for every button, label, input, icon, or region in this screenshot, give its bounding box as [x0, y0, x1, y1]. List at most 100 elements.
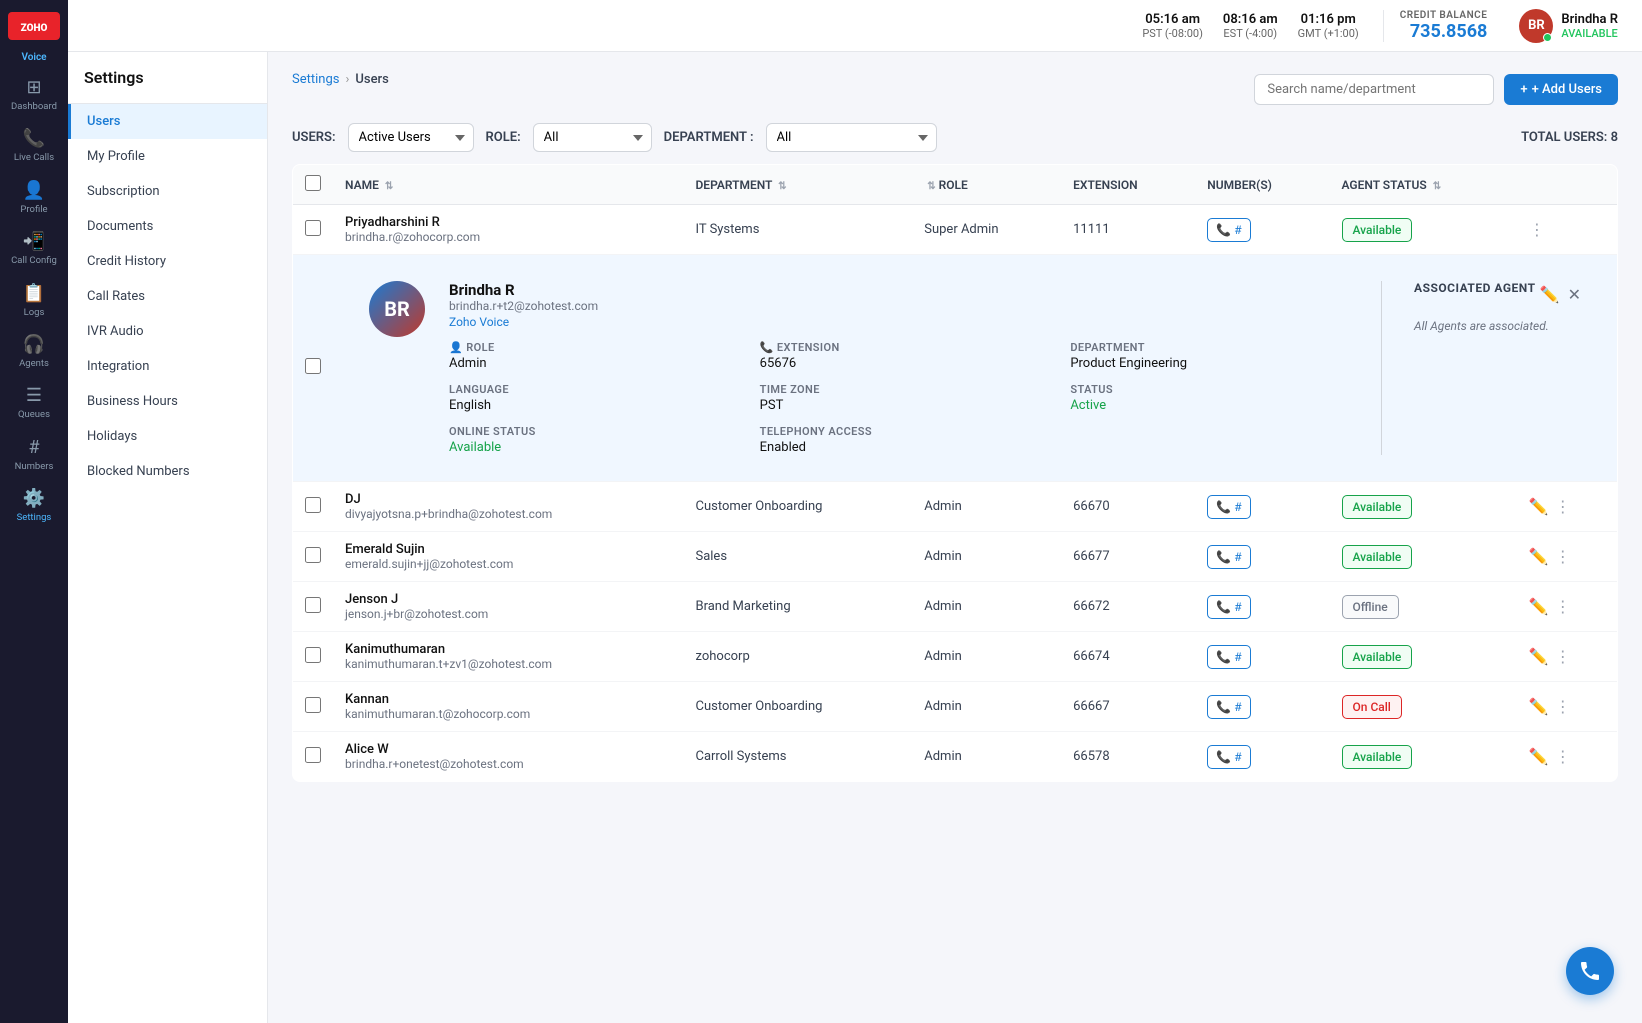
- sidebar-item-live-calls[interactable]: 📞 Live Calls: [0, 120, 68, 171]
- numbers-button[interactable]: 📞 #: [1207, 545, 1250, 569]
- nav-item-users[interactable]: Users: [68, 104, 267, 139]
- numbers-button[interactable]: 📞 #: [1207, 218, 1250, 242]
- associated-agent-section: ASSOCIATED AGENT ✏️ ✕ All Agents are ass…: [1381, 281, 1581, 455]
- td-numbers: 📞 #: [1195, 205, 1329, 255]
- edit-icon[interactable]: ✏️: [1529, 547, 1549, 566]
- field-role-value: Admin: [449, 356, 736, 371]
- edit-icon[interactable]: ✏️: [1529, 647, 1549, 666]
- td-role: Admin: [912, 532, 1061, 582]
- th-role[interactable]: ⇅ ROLE: [912, 165, 1061, 205]
- edit-icon[interactable]: ✏️: [1529, 497, 1549, 516]
- nav-item-credit-history[interactable]: Credit History: [68, 244, 267, 279]
- field-timezone: TIME ZONE PST: [760, 383, 1047, 413]
- zoho-voice-link[interactable]: Zoho Voice: [449, 315, 1357, 329]
- more-options-icon[interactable]: ⋮: [1529, 220, 1545, 239]
- filters-row: USERS: Active Users Inactive Users All U…: [292, 123, 1618, 152]
- field-tz-label: TIME ZONE: [760, 383, 1047, 396]
- sidebar-item-logs[interactable]: 📋 Logs: [0, 275, 68, 326]
- nav-item-my-profile[interactable]: My Profile: [68, 139, 267, 174]
- sidebar-item-my-profile[interactable]: 👤 Profile: [0, 172, 68, 223]
- time-est-tz: EST (-4:00): [1223, 27, 1278, 40]
- dept-filter-select[interactable]: All IT Systems Customer Onboarding Sales…: [766, 123, 937, 152]
- row-checkbox[interactable]: [305, 358, 321, 374]
- user-info: Brindha R AVAILABLE: [1561, 12, 1618, 40]
- sidebar-item-agents[interactable]: 🎧 Agents: [0, 326, 68, 377]
- more-options-icon[interactable]: ⋮: [1555, 597, 1571, 616]
- user-name: Kanimuthumaran: [345, 642, 671, 657]
- th-actions: [1517, 165, 1618, 205]
- row-checkbox[interactable]: [305, 497, 321, 513]
- app-logo: ZOHO: [8, 8, 60, 44]
- row-checkbox[interactable]: [305, 647, 321, 663]
- add-users-button[interactable]: + + Add Users: [1504, 74, 1618, 105]
- numbers-button[interactable]: 📞 #: [1207, 595, 1250, 619]
- more-options-icon[interactable]: ⋮: [1555, 697, 1571, 716]
- numbers-button[interactable]: 📞 #: [1207, 695, 1250, 719]
- field-tele-label: TELEPHONY ACCESS: [760, 425, 1047, 438]
- table-row-expanded: BR Brindha R brindha.r+t2@zohotest.com Z…: [293, 255, 1618, 482]
- numbers-button[interactable]: 📞 #: [1207, 745, 1250, 769]
- expanded-user-detail: BR Brindha R brindha.r+t2@zohotest.com Z…: [345, 265, 1605, 471]
- queues-icon: ☰: [26, 385, 42, 406]
- sidebar-item-dashboard[interactable]: ⊞ Dashboard: [0, 69, 68, 120]
- table-row: DJ divyajyotsna.p+brindha@zohotest.com C…: [293, 482, 1618, 532]
- row-checkbox[interactable]: [305, 697, 321, 713]
- sidebar-item-settings[interactable]: ⚙️ Settings: [0, 480, 68, 531]
- nav-item-blocked-numbers[interactable]: Blocked Numbers: [68, 454, 267, 489]
- call-fab[interactable]: [1566, 947, 1614, 995]
- user-name: Kannan: [345, 692, 671, 707]
- row-checkbox[interactable]: [305, 220, 321, 236]
- nav-item-subscription[interactable]: Subscription: [68, 174, 267, 209]
- time-gmt-value: 01:16 pm: [1298, 12, 1359, 27]
- edit-icon[interactable]: ✏️: [1529, 697, 1549, 716]
- field-telephony: TELEPHONY ACCESS Enabled: [760, 425, 1047, 455]
- role-filter-select[interactable]: All Admin Super Admin Agent: [533, 123, 652, 152]
- table-row: Alice W brindha.r+onetest@zohotest.com C…: [293, 732, 1618, 782]
- sidebar-item-label: Live Calls: [14, 152, 54, 163]
- td-extension: 66670: [1061, 482, 1195, 532]
- td-numbers: 📞 #: [1195, 532, 1329, 582]
- nav-item-integration[interactable]: Integration: [68, 349, 267, 384]
- th-agent-status[interactable]: AGENT STATUS ⇅: [1330, 165, 1517, 205]
- td-department: Customer Onboarding: [683, 482, 912, 532]
- nav-item-ivr-audio[interactable]: IVR Audio: [68, 314, 267, 349]
- user-menu[interactable]: BR Brindha R AVAILABLE: [1511, 5, 1626, 47]
- edit-icon[interactable]: ✏️: [1540, 285, 1560, 304]
- sidebar-item-call-config[interactable]: 📲 Call Config: [0, 223, 68, 274]
- td-name: Jenson J jenson.j+br@zohotest.com: [333, 582, 683, 632]
- row-checkbox[interactable]: [305, 597, 321, 613]
- more-options-icon[interactable]: ⋮: [1555, 497, 1571, 516]
- nav-item-business-hours[interactable]: Business Hours: [68, 384, 267, 419]
- user-email: brindha.r@zohocorp.com: [345, 230, 671, 244]
- nav-item-holidays[interactable]: Holidays: [68, 419, 267, 454]
- users-filter-select[interactable]: Active Users Inactive Users All Users: [348, 123, 474, 152]
- td-name: Alice W brindha.r+onetest@zohotest.com: [333, 732, 683, 782]
- row-checkbox[interactable]: [305, 547, 321, 563]
- close-icon[interactable]: ✕: [1568, 285, 1581, 304]
- edit-icon[interactable]: ✏️: [1529, 597, 1549, 616]
- sidebar-item-numbers[interactable]: # Numbers: [0, 429, 68, 480]
- more-options-icon[interactable]: ⋮: [1555, 747, 1571, 766]
- table-row: Kannan kanimuthumaran.t@zohocorp.com Cus…: [293, 682, 1618, 732]
- nav-item-documents[interactable]: Documents: [68, 209, 267, 244]
- sidebar-item-queues[interactable]: ☰ Queues: [0, 377, 68, 428]
- numbers-button[interactable]: 📞 #: [1207, 495, 1250, 519]
- td-department: Brand Marketing: [683, 582, 912, 632]
- page-content: Settings › Users + + Add Users USERS: Ac…: [268, 52, 1642, 1023]
- row-checkbox[interactable]: [305, 747, 321, 763]
- td-department: Sales: [683, 532, 912, 582]
- more-options-icon[interactable]: ⋮: [1555, 547, 1571, 566]
- user-email: brindha.r+onetest@zohotest.com: [345, 757, 671, 771]
- edit-icon[interactable]: ✏️: [1529, 747, 1549, 766]
- sidebar-item-label: Settings: [17, 512, 52, 523]
- numbers-button[interactable]: 📞 #: [1207, 645, 1250, 669]
- th-department[interactable]: DEPARTMENT ⇅: [683, 165, 912, 205]
- search-input[interactable]: [1254, 74, 1494, 105]
- breadcrumb-parent[interactable]: Settings: [292, 72, 339, 87]
- nav-item-call-rates[interactable]: Call Rates: [68, 279, 267, 314]
- select-all-checkbox[interactable]: [305, 175, 321, 191]
- user-email: emerald.sujin+jj@zohotest.com: [345, 557, 671, 571]
- more-options-icon[interactable]: ⋮: [1555, 647, 1571, 666]
- th-name[interactable]: NAME ⇅: [333, 165, 683, 205]
- td-role: Admin: [912, 682, 1061, 732]
